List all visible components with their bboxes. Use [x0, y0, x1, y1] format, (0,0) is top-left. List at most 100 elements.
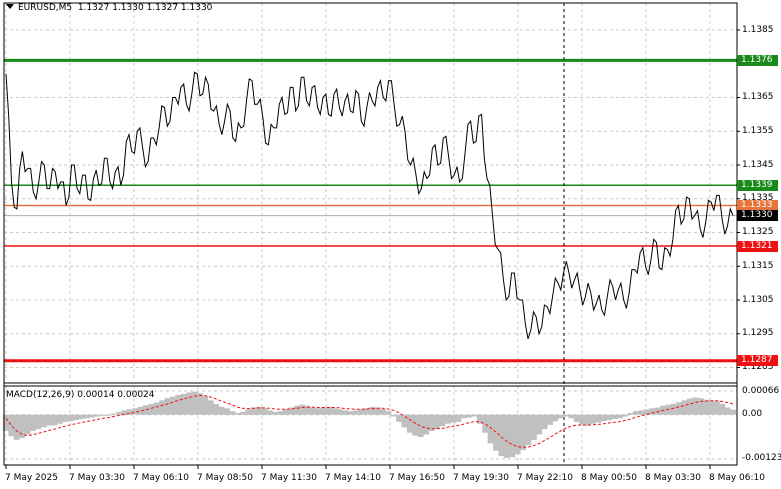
macd-bar — [616, 414, 623, 419]
macd-bar — [29, 414, 36, 431]
macd-bar — [557, 414, 564, 419]
macd-bar — [24, 414, 31, 435]
macd-bar — [315, 408, 322, 415]
macd-tick-label: 0.00066 — [742, 385, 780, 396]
macd-bar — [277, 411, 284, 415]
macd-bar — [703, 399, 710, 415]
macd-bar — [697, 398, 704, 415]
macd-bar — [708, 400, 715, 415]
price-tick-label: 1.1345 — [742, 159, 774, 170]
symbol-label: EURUSD,M5 — [18, 3, 73, 13]
macd-bar — [536, 414, 543, 435]
macd-bar — [670, 403, 677, 415]
macd-bar — [207, 400, 214, 415]
macd-bar — [78, 414, 85, 420]
macd-bar — [713, 401, 720, 415]
macd-bar — [692, 397, 699, 415]
macd-bar — [46, 414, 53, 426]
macd-bar — [40, 414, 47, 428]
macd-bar — [423, 414, 430, 435]
macd-bar — [595, 414, 602, 423]
time-tick-label: 7 May 08:50 — [197, 473, 253, 483]
macd-bar — [681, 400, 688, 415]
macd-bar — [202, 396, 209, 415]
macd-bar — [299, 404, 306, 415]
macd-bar — [213, 403, 220, 415]
macd-bar — [169, 396, 176, 415]
macd-bar — [686, 398, 693, 415]
macd-bar — [223, 408, 230, 415]
macd-bar — [724, 407, 731, 415]
macd-bar — [191, 391, 198, 415]
time-tick-label: 8 May 06:10 — [709, 473, 765, 483]
macd-bar — [676, 402, 683, 415]
macd-bar — [148, 403, 155, 415]
macd-bar — [347, 411, 354, 415]
macd-bar — [589, 414, 596, 424]
macd-bar — [466, 414, 473, 418]
macd-bar — [379, 408, 386, 415]
macd-bar — [67, 414, 74, 422]
price-chart[interactable] — [0, 0, 781, 489]
macd-bar — [353, 410, 360, 415]
macd-bar — [261, 408, 268, 415]
macd-bar — [573, 414, 580, 422]
macd-bar — [719, 403, 726, 415]
macd-bar — [396, 414, 403, 422]
price-tick-label: 1.1295 — [742, 328, 774, 339]
macd-bar — [218, 406, 225, 415]
macd-bar — [56, 414, 63, 424]
macd-bar — [390, 414, 397, 417]
macd-bar — [503, 414, 510, 458]
macd-label: MACD(12,26,9) 0.00014 0.00024 — [6, 390, 155, 400]
macd-bar — [105, 414, 112, 416]
macd-bar — [293, 405, 300, 415]
price-level-badge: 1.1339 — [737, 179, 778, 191]
macd-bar — [546, 414, 553, 425]
macd-bar — [175, 394, 182, 415]
macd-bar — [600, 414, 607, 422]
macd-bar — [180, 393, 187, 415]
collapse-triangle-icon[interactable] — [6, 4, 14, 9]
ohlc-values: 1.1327 1.1330 1.1327 1.1330 — [77, 3, 213, 13]
macd-bar — [433, 414, 440, 430]
macd-bar — [439, 414, 446, 427]
macd-bar — [186, 392, 193, 415]
macd-bar — [611, 414, 618, 420]
macd-bar — [385, 411, 392, 415]
macd-tick-label: 0.00 — [742, 409, 763, 420]
macd-bar — [514, 414, 521, 455]
price-tick-label: 1.1305 — [742, 294, 774, 305]
time-tick-label: 7 May 03:30 — [69, 473, 125, 483]
price-tick-label: 1.1315 — [742, 260, 774, 271]
macd-bar — [245, 409, 252, 415]
price-tick-label: 1.1355 — [742, 125, 774, 136]
macd-bar — [153, 402, 160, 415]
macd-bar — [8, 414, 15, 437]
time-tick-label: 7 May 06:10 — [133, 473, 189, 483]
macd-bar — [471, 414, 478, 417]
macd-bar — [563, 414, 570, 417]
price-tick-label: 1.1365 — [742, 92, 774, 102]
chart-header: EURUSD,M5 1.1327 1.1330 1.1327 1.1330 — [6, 3, 212, 13]
macd-bar — [73, 414, 80, 421]
macd-bar — [552, 414, 559, 422]
macd-bar — [110, 413, 117, 415]
macd-bar — [633, 411, 640, 415]
price-tick-label: 1.1325 — [742, 227, 774, 237]
price-levels — [4, 58, 737, 363]
price-level-badge: 1.1330 — [737, 210, 778, 222]
macd-bar — [568, 414, 575, 419]
macd-bar — [159, 400, 166, 415]
macd-bar — [444, 414, 451, 424]
time-tick-label: 7 May 2025 — [5, 473, 58, 483]
macd-bar — [649, 408, 656, 415]
macd-bar — [239, 411, 246, 415]
time-tick-label: 7 May 11:30 — [261, 473, 317, 483]
macd-bar — [331, 408, 338, 415]
macd-bar — [638, 410, 645, 415]
macd-bar — [519, 414, 526, 450]
macd-bar — [606, 414, 613, 421]
macd-bar — [530, 414, 537, 440]
time-tick-label: 7 May 14:10 — [325, 473, 381, 483]
